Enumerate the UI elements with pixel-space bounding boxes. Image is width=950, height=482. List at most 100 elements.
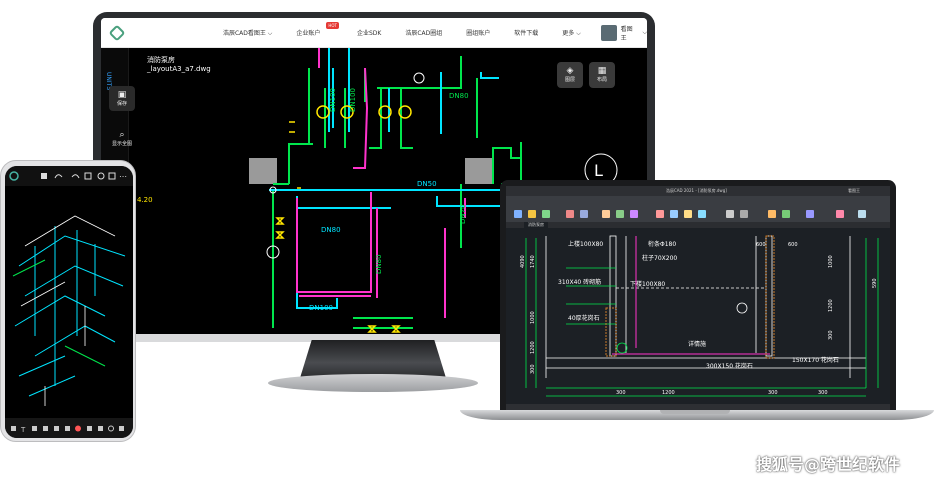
pump-block-left xyxy=(249,158,277,184)
nav-item-group[interactable]: 浩辰CAD圈组 xyxy=(405,28,442,38)
pump-block-right xyxy=(465,158,493,184)
phone-toolbar-icons: ⋯ xyxy=(9,171,127,181)
help-icon[interactable] xyxy=(858,210,866,218)
open-icon[interactable] xyxy=(528,210,536,218)
new-icon[interactable] xyxy=(514,210,522,218)
zoom-icon xyxy=(108,425,114,432)
undo-icon xyxy=(54,174,63,179)
avatar xyxy=(600,24,617,41)
pipe-label: DN70 xyxy=(459,204,467,224)
save-icon[interactable] xyxy=(542,210,550,218)
nav-item-label: 企业账户 xyxy=(296,29,321,37)
laptop-title-bar: 浩辰CAD 2021 - [消防泵房.dwg] 看图王 xyxy=(506,186,890,196)
watermark: 搜狐号@跨世纪软件 xyxy=(756,455,901,474)
measure-icon xyxy=(54,426,59,431)
nav-item-label: 更多 xyxy=(562,29,575,37)
color-icon xyxy=(75,425,81,432)
drawing-annotations: 上楼100X80 桁条Φ180 柱子70X200 310X40 砖砌筋 下楼10… xyxy=(558,240,839,370)
window-title: 浩辰CAD 2021 - [消防泵房.dwg] xyxy=(666,188,727,193)
phone-bottom-icons: T xyxy=(11,425,124,434)
monitor-stand-neck xyxy=(300,340,446,378)
l-mark: L xyxy=(594,161,603,180)
pipe-label: DN80 xyxy=(375,254,383,274)
app-logo-icon xyxy=(9,171,19,181)
move-icon[interactable] xyxy=(684,210,692,218)
annotation: 300X150 花岗石 xyxy=(706,362,753,370)
layer-icon[interactable] xyxy=(580,210,588,218)
save-icon xyxy=(41,173,47,179)
fit-icon xyxy=(108,172,116,180)
dim-label: 1000 xyxy=(828,255,834,268)
zoom-icon[interactable] xyxy=(726,210,734,218)
monitor-stand-base xyxy=(268,374,478,392)
measure-icon[interactable] xyxy=(566,210,574,218)
more-icon: ⋯ xyxy=(119,172,127,181)
product-showcase: 浩辰CAD看图王 ⌵ 企业账户 HOT 企业SDK 浩辰CAD圈组 圈组账户 软件… xyxy=(0,0,950,482)
web-nav-bar: 浩辰CAD看图王 ⌵ 企业账户 HOT 企业SDK 浩辰CAD圈组 圈组账户 软件… xyxy=(101,18,647,48)
chevron-down-icon: ⌵ xyxy=(642,28,647,36)
pipe-label: DN80 xyxy=(449,92,469,100)
phone-bottom-toolbar: T xyxy=(5,418,133,438)
bottom-icon-row: T xyxy=(11,425,124,434)
erase-icon[interactable] xyxy=(656,210,664,218)
orange-hatch xyxy=(605,235,775,359)
export-icon[interactable] xyxy=(782,210,790,218)
pipe-label: DN50 xyxy=(417,180,437,188)
pipe-label: DN100 xyxy=(329,88,337,112)
mobile-phone: ⋯ T xyxy=(0,160,136,442)
dim-label: 1740 xyxy=(530,255,536,268)
cloud-icon[interactable] xyxy=(836,210,844,218)
settings-icon[interactable] xyxy=(806,210,814,218)
print-icon[interactable] xyxy=(768,210,776,218)
annotation: 上楼100X80 xyxy=(568,240,603,248)
image-icon xyxy=(87,426,92,431)
annotation: 桁条Φ180 xyxy=(648,240,676,248)
annotation: 柱子70X200 xyxy=(642,254,677,262)
app-logo-icon[interactable] xyxy=(108,24,126,41)
phone-3d-model xyxy=(12,215,126,406)
nav-item-enterprise[interactable]: 企业账户 HOT xyxy=(296,21,339,38)
dim-label: 1200 xyxy=(828,299,834,312)
architectural-drawing: 上楼100X80 桁条Φ180 柱子70X200 310X40 砖砌筋 下楼10… xyxy=(520,235,879,397)
nav-item-more[interactable]: 更多 ⌵ xyxy=(562,28,580,38)
annotation: 详情施 xyxy=(688,340,706,348)
pipe-label: DN100 xyxy=(309,304,333,312)
annotation: 150X170 花岗石 xyxy=(792,356,839,364)
nav-item-sdk[interactable]: 企业SDK xyxy=(357,28,381,38)
annotation: 310X40 砖砌筋 xyxy=(558,278,601,286)
pipe-label: DN80 xyxy=(321,226,341,234)
annotation: 40厚花岗石 xyxy=(568,314,600,322)
zoom-icon xyxy=(97,172,105,180)
ribbon-toolbar[interactable] xyxy=(506,196,890,222)
dim-label: 590 xyxy=(872,278,878,288)
text-icon[interactable] xyxy=(602,210,610,218)
user-menu[interactable]: 看图王 ⌵ xyxy=(600,24,647,42)
copy-icon[interactable] xyxy=(670,210,678,218)
nav-item-viewer[interactable]: 浩辰CAD看图王 ⌵ xyxy=(223,28,272,38)
phone-screen: ⋯ T xyxy=(5,166,133,438)
nav-item-download[interactable]: 软件下载 xyxy=(514,28,538,38)
redo-icon xyxy=(71,174,80,179)
magenta-geometry xyxy=(612,236,770,355)
dim-label: 4090 xyxy=(520,255,526,268)
select-icon xyxy=(84,172,92,180)
cube-icon xyxy=(43,426,48,431)
nav-item-group-account[interactable]: 圈组账户 xyxy=(466,28,490,38)
laptop-cad-canvas[interactable]: 上楼100X80 桁条Φ180 柱子70X200 310X40 砖砌筋 下楼10… xyxy=(506,228,890,404)
dim-label: 300 xyxy=(828,330,834,340)
pan-icon[interactable] xyxy=(740,210,748,218)
dim-label: 1200 xyxy=(530,341,536,354)
rotate-icon[interactable] xyxy=(698,210,706,218)
elevation-label: 4.20 xyxy=(137,196,153,204)
laptop-notch xyxy=(660,410,730,414)
dim-label: 300 xyxy=(530,364,536,374)
section-marker xyxy=(616,342,628,354)
layer-icon xyxy=(32,426,37,431)
circle-icon[interactable] xyxy=(630,210,638,218)
pencil-icon xyxy=(11,426,16,431)
dim-label: 1200 xyxy=(662,390,675,396)
line-icon[interactable] xyxy=(616,210,624,218)
pipe-label: DN100 xyxy=(349,88,357,112)
share-icon xyxy=(119,426,124,431)
dim-label: 300 xyxy=(818,390,828,396)
